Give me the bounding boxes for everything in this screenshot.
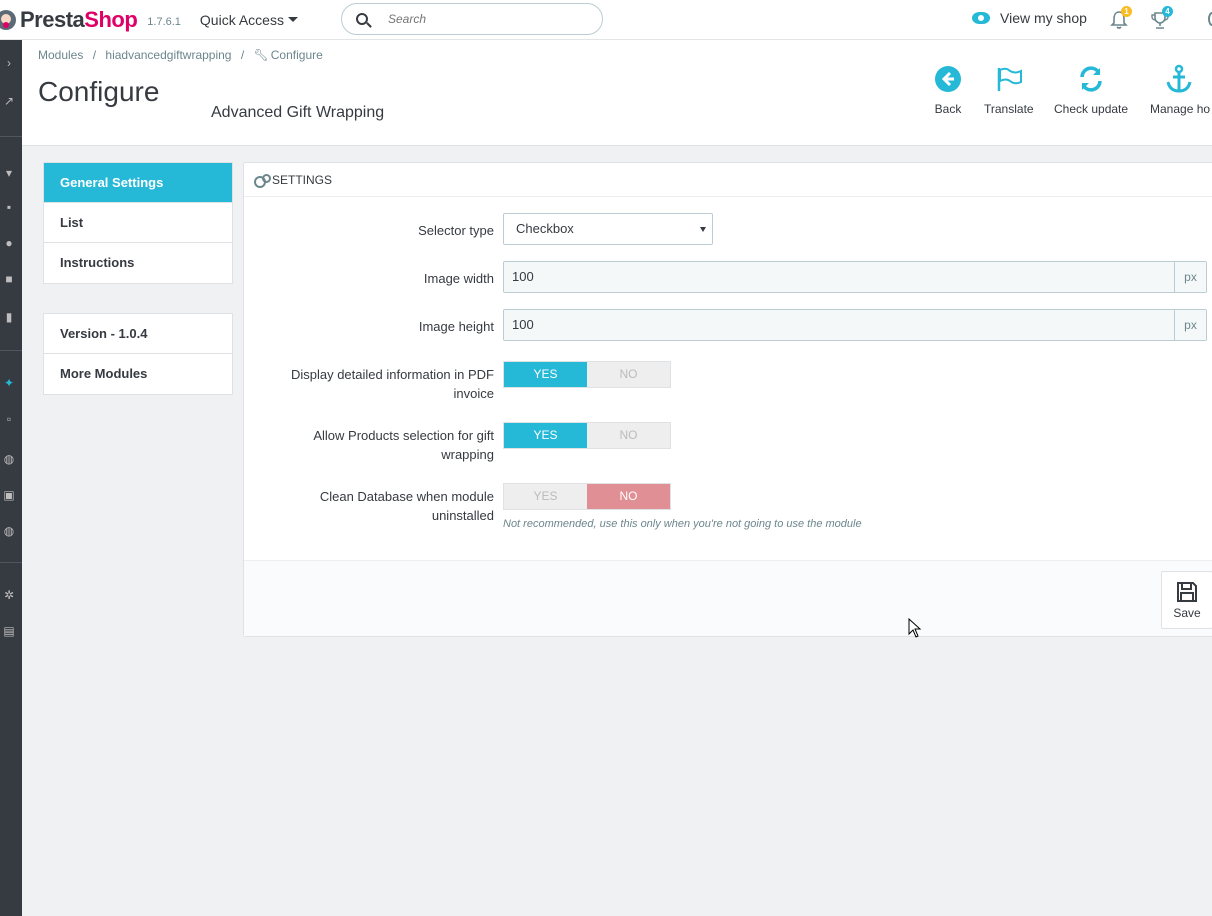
save-label: Save: [1173, 606, 1201, 620]
sidebar-divider: [0, 350, 22, 351]
prestashop-logo[interactable]: PrestaShop 1.7.6.1: [0, 7, 181, 33]
view-my-shop-label: View my shop: [1000, 10, 1087, 26]
logo-text-presta: Presta: [20, 6, 85, 32]
trophy-badge: 4: [1162, 6, 1173, 17]
more-modules-link[interactable]: More Modules: [44, 354, 232, 394]
module-version: Version - 1.0.4: [44, 314, 232, 354]
international-icon[interactable]: ◍: [2, 524, 16, 538]
collapse-arrow-icon[interactable]: ›: [2, 56, 16, 70]
search-box[interactable]: [341, 3, 603, 35]
tag-icon[interactable]: ▪: [2, 200, 16, 214]
panel-title: Settings: [272, 172, 333, 187]
page-title: Configure: [38, 76, 160, 107]
cogs-icon: [254, 173, 271, 188]
module-info: Version - 1.0.4 More Modules: [43, 313, 233, 395]
view-my-shop-link[interactable]: View my shop: [972, 10, 1087, 26]
design-icon[interactable]: ▫: [2, 412, 16, 426]
clean-database-no[interactable]: NO: [587, 484, 670, 509]
check-update-button[interactable]: Check update: [1054, 64, 1128, 116]
floppy-disk-icon: [1177, 582, 1197, 602]
profile-icon[interactable]: [1208, 12, 1212, 26]
anchor-icon: [1166, 64, 1192, 93]
eye-icon: [972, 12, 990, 24]
translate-button[interactable]: Translate: [984, 64, 1034, 116]
search-icon: [356, 13, 368, 25]
customer-icon[interactable]: ●: [2, 236, 16, 250]
products-selection-no[interactable]: NO: [587, 423, 670, 448]
image-height-field[interactable]: 100 px: [503, 309, 1207, 341]
image-width-label: Image width: [423, 271, 494, 286]
image-width-input[interactable]: 100: [504, 262, 1174, 292]
image-height-input[interactable]: 100: [504, 310, 1174, 340]
back-label: Back: [934, 102, 962, 116]
clean-database-label: Clean Database when module uninstalled: [319, 489, 494, 523]
tab-general-settings[interactable]: General Settings: [44, 163, 232, 203]
page-header: Modules / hiadvancedgiftwrapping / 🔧︎ Con…: [22, 40, 1212, 146]
products-selection-yes[interactable]: YES: [504, 423, 587, 448]
selector-type-value: Checkbox: [516, 221, 574, 236]
pdf-invoice-yes[interactable]: YES: [504, 362, 587, 387]
sidebar-divider: [0, 562, 22, 563]
tab-list[interactable]: List: [44, 203, 232, 243]
breadcrumb-separator: /: [92, 48, 97, 62]
px-unit: px: [1174, 310, 1206, 340]
breadcrumb-modules[interactable]: Modules: [38, 48, 83, 62]
image-width-field[interactable]: 100 px: [503, 261, 1207, 293]
page-subtitle: Advanced Gift Wrapping: [211, 104, 385, 121]
px-unit: px: [1174, 262, 1206, 292]
back-button[interactable]: Back: [934, 64, 962, 116]
flag-icon: [997, 67, 1022, 91]
mouse-cursor-icon: [908, 618, 922, 638]
chat-icon[interactable]: ■: [2, 272, 16, 286]
products-selection-label: Allow Products selection for gift wrappi…: [313, 428, 494, 462]
breadcrumb-configure: Configure: [270, 48, 323, 62]
shipping-icon[interactable]: ◍: [2, 452, 16, 466]
advanced-icon[interactable]: ▤: [2, 624, 16, 638]
quick-access-label: Quick Access: [199, 11, 284, 28]
cart-icon[interactable]: ▾: [2, 166, 16, 180]
search-input[interactable]: [388, 12, 578, 26]
selector-type-select[interactable]: Checkbox: [503, 213, 713, 245]
modules-icon[interactable]: ✦: [2, 376, 16, 390]
clean-database-help: Not recommended, use this only when you'…: [503, 518, 862, 530]
payment-icon[interactable]: ▣: [2, 488, 16, 502]
quick-access-dropdown[interactable]: Quick Access: [200, 12, 298, 28]
logo-text-shop: Shop: [84, 6, 138, 32]
version-label: 1.7.6.1: [147, 15, 181, 28]
caret-down-icon: [700, 227, 706, 232]
arrow-left-circle-icon: [935, 66, 961, 92]
settings-panel: Settings Selector type Checkbox Image wi…: [243, 162, 1212, 637]
breadcrumb-separator: /: [240, 48, 245, 62]
pdf-invoice-label: Display detailed information in PDF invo…: [290, 367, 494, 401]
clean-database-yes[interactable]: YES: [504, 484, 587, 509]
manage-hooks-button[interactable]: Manage ho: [1150, 64, 1210, 116]
stats-icon[interactable]: ▮: [2, 310, 16, 324]
sidebar-divider: [0, 136, 22, 137]
breadcrumb-module[interactable]: hiadvancedgiftwrapping: [105, 48, 231, 62]
translate-label: Translate: [984, 102, 1034, 116]
products-selection-switch[interactable]: YES NO: [503, 422, 671, 449]
left-sidebar: › ↗ ▾ ▪ ● ■ ▮ ✦ ▫ ◍ ▣ ◍ ✲ ▤: [0, 40, 22, 916]
pdf-invoice-switch[interactable]: YES NO: [503, 361, 671, 388]
trend-icon[interactable]: ↗: [2, 94, 16, 108]
clean-database-switch[interactable]: YES NO: [503, 483, 671, 510]
wrench-icon: 🔧︎: [253, 48, 269, 62]
panel-footer: Save: [244, 560, 1212, 636]
puffin-logo-icon: [0, 9, 16, 30]
settings-icon[interactable]: ✲: [2, 588, 16, 602]
breadcrumb: Modules / hiadvancedgiftwrapping / 🔧︎ Con…: [38, 48, 329, 62]
check-update-label: Check update: [1054, 102, 1129, 116]
image-height-label: Image height: [418, 319, 494, 334]
tab-instructions[interactable]: Instructions: [44, 243, 232, 283]
save-button[interactable]: Save: [1161, 571, 1212, 629]
panel-heading: Settings: [244, 163, 1212, 197]
config-tabs: General Settings List Instructions: [43, 162, 233, 284]
chevron-down-icon: [287, 17, 298, 22]
notifications-badge: 1: [1121, 6, 1132, 17]
selector-type-label: Selector type: [418, 223, 494, 238]
refresh-icon: [1080, 66, 1102, 92]
pdf-invoice-no[interactable]: NO: [587, 362, 670, 387]
manage-hooks-label: Manage ho: [1150, 102, 1211, 116]
